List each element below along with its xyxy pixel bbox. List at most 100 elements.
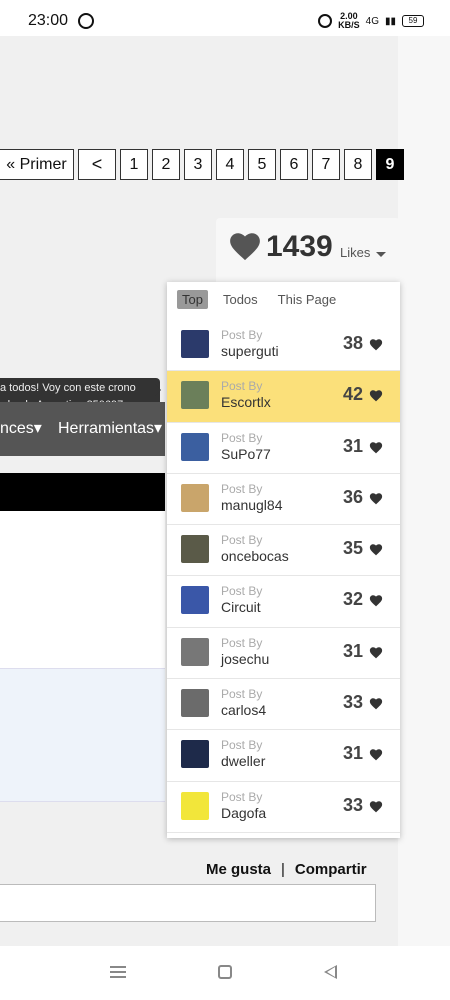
likes-button[interactable]: 1439 Likes (216, 218, 400, 286)
username-link[interactable]: SuPo77 (221, 446, 271, 462)
post-signature (0, 668, 165, 802)
like-count: 32 (343, 589, 364, 610)
like-count: 42 (343, 384, 364, 405)
username-link[interactable]: josechu (221, 651, 269, 667)
username-link[interactable]: carlos4 (221, 702, 266, 718)
caret-down-icon (376, 252, 386, 257)
page-button-9-current[interactable]: 9 (376, 149, 404, 180)
username-link[interactable]: dweller (221, 753, 265, 769)
likes-row[interactable]: Post By Escortlx 42 (167, 371, 400, 423)
likes-row[interactable]: Post By Circuit 32 (167, 576, 400, 628)
username-link[interactable]: Dagofa (221, 805, 266, 821)
likes-count: 1439 (266, 230, 333, 263)
username-link[interactable]: manugl84 (221, 497, 283, 513)
caret-down-icon: ▾ (33, 420, 42, 437)
likes-row[interactable]: Post By SuPo77 31 (167, 423, 400, 474)
likes-row[interactable]: Post By oncebocas 35 (167, 525, 400, 577)
post-by-label: Post By (221, 584, 263, 599)
page-button-6[interactable]: 6 (280, 149, 308, 180)
like-count: 33 (343, 692, 364, 713)
whatsapp-icon (78, 13, 94, 29)
post-by-label: Post By (221, 379, 263, 394)
like-count: 36 (343, 486, 364, 507)
status-time: 23:00 (28, 12, 69, 29)
likes-row[interactable]: Post By dweller 31 (167, 730, 400, 782)
likes-row[interactable]: Post By Dagofa 33 (167, 782, 400, 833)
first-page-button[interactable]: « Primer (0, 149, 74, 180)
network-speed: 2.00 KB/S (338, 11, 360, 30)
home-icon[interactable] (218, 965, 232, 979)
avatar[interactable] (181, 535, 209, 564)
heart-icon (369, 389, 383, 407)
page-button-5[interactable]: 5 (248, 149, 276, 180)
like-count: 33 (343, 794, 364, 815)
post-actions: Me gusta | Compartir (206, 861, 367, 878)
heart-icon (369, 646, 383, 664)
like-count: 31 (343, 640, 364, 661)
heart-icon (369, 697, 383, 715)
post-content (0, 511, 165, 668)
post-by-label: Post By (221, 789, 263, 804)
header-bar (0, 473, 165, 511)
menu-icon[interactable] (110, 966, 126, 978)
avatar[interactable] (181, 689, 209, 718)
heart-icon (369, 441, 383, 459)
page-button-4[interactable]: 4 (216, 149, 244, 180)
prev-page-button[interactable]: < (78, 149, 116, 180)
likes-row[interactable]: Post By manugl84 36 (167, 474, 400, 526)
pagination: « Primer < 1 2 3 4 5 6 7 8 9 (0, 149, 404, 180)
avatar[interactable] (181, 432, 209, 461)
avatar[interactable] (181, 637, 209, 666)
heart-icon (369, 800, 383, 818)
likes-list: Post By superguti 38 Post By Escortlx 42 Post … (167, 320, 400, 833)
avatar[interactable] (181, 586, 209, 615)
like-count: 35 (343, 538, 364, 559)
username-link[interactable]: oncebocas (221, 548, 289, 564)
system-nav-bar (0, 946, 450, 1000)
page-button-3[interactable]: 3 (184, 149, 212, 180)
like-link[interactable]: Me gusta (206, 861, 271, 878)
post-by-label: Post By (221, 738, 263, 753)
heart-icon (369, 748, 383, 766)
post-by-label: Post By (221, 533, 263, 548)
heart-icon (369, 338, 383, 356)
nav-item-enlaces[interactable]: nces▾ (0, 418, 42, 438)
username-link[interactable]: Circuit (221, 599, 261, 615)
tab-this-page[interactable]: This Page (273, 290, 342, 309)
page-button-8[interactable]: 8 (344, 149, 372, 180)
tab-todos[interactable]: Todos (218, 290, 263, 309)
likes-row[interactable]: Post By superguti 38 (167, 320, 400, 372)
double-chevron-left-icon: « (6, 155, 20, 173)
heart-icon (369, 594, 383, 612)
like-count: 31 (343, 435, 364, 456)
likes-panel: Top Todos This Page Post By superguti 38 Po… (167, 282, 400, 838)
username-link[interactable]: superguti (221, 343, 279, 359)
battery-icon: 59 (402, 15, 424, 27)
likes-label: Likes (340, 245, 371, 260)
likes-row[interactable]: Post By carlos4 33 (167, 679, 400, 731)
page-button-7[interactable]: 7 (312, 149, 340, 180)
page-button-2[interactable]: 2 (152, 149, 180, 180)
tab-top[interactable]: Top (177, 290, 208, 309)
heart-icon (230, 233, 260, 261)
likes-row[interactable]: Post By josechu 31 (167, 628, 400, 680)
heart-icon (369, 492, 383, 510)
nav-item-herramientas[interactable]: Herramientas▾ (58, 418, 162, 438)
avatar[interactable] (181, 330, 209, 358)
caret-down-icon: ▾ (154, 420, 163, 437)
status-indicators: 2.00 KB/S 4G ▮▮ 59 (318, 12, 424, 30)
avatar[interactable] (181, 381, 209, 410)
avatar[interactable] (181, 740, 209, 769)
share-link[interactable]: Compartir (295, 861, 367, 878)
comment-input[interactable] (0, 884, 376, 922)
signal-icon: ▮▮ (384, 15, 396, 27)
page-button-1[interactable]: 1 (120, 149, 148, 180)
avatar[interactable] (181, 791, 209, 820)
post-by-label: Post By (221, 635, 263, 650)
post-by-label: Post By (221, 687, 263, 702)
username-link[interactable]: Escortlx (221, 394, 271, 410)
avatar[interactable] (181, 483, 209, 512)
back-icon[interactable] (324, 965, 337, 979)
post-by-label: Post By (221, 430, 263, 445)
post-by-label: Post By (221, 328, 263, 342)
